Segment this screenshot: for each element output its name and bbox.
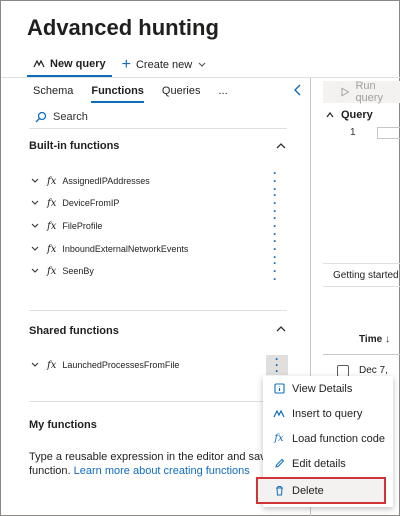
menu-item-insert-to-query[interactable]: Insert to query	[263, 401, 393, 426]
menu-item-delete[interactable]: Delete	[256, 477, 386, 504]
function-label: FileProfile	[62, 221, 103, 231]
chevron-down-icon[interactable]	[29, 221, 41, 231]
menu-item-label: Load function code	[292, 432, 385, 445]
function-item[interactable]: fx LaunchedProcessesFromFile	[29, 356, 287, 374]
chevron-down-icon	[198, 62, 206, 67]
more-options-icon[interactable]: · · ·	[273, 257, 277, 285]
search-underline	[29, 128, 287, 129]
search-icon	[35, 111, 47, 123]
cmdbar-divider	[1, 77, 400, 78]
function-label: DeviceFromIP	[62, 198, 120, 208]
builtin-section-title: Built-in functions	[29, 140, 120, 152]
create-new-button[interactable]: + Create new	[116, 53, 214, 77]
my-functions-description-end: function. Learn more about creating func…	[29, 463, 250, 479]
shared-section-title: Shared functions	[29, 325, 119, 337]
tab-queries[interactable]: Queries	[162, 83, 201, 103]
tab-functions[interactable]: Functions	[91, 83, 144, 103]
more-options-button[interactable]: · · ·	[266, 352, 288, 378]
plus-icon: +	[121, 56, 131, 73]
results-header-divider	[323, 354, 400, 355]
fx-icon: fx	[47, 243, 57, 255]
menu-item-load-function-code[interactable]: fx Load function code	[263, 426, 393, 451]
chevron-up-icon[interactable]	[275, 140, 287, 152]
create-new-label: Create new	[135, 59, 193, 71]
left-tabs: Schema Functions Queries ...	[27, 83, 246, 103]
function-label: InboundExternalNetworkEvents	[62, 244, 189, 254]
search-box[interactable]: Search	[35, 111, 285, 123]
fx-icon: fx	[47, 220, 57, 232]
section-divider	[29, 401, 263, 402]
chevron-down-icon[interactable]	[29, 176, 41, 186]
tab-schema[interactable]: Schema	[33, 83, 73, 103]
fx-icon: fx	[47, 359, 57, 371]
edit-icon	[273, 458, 285, 470]
time-column-header[interactable]: Time ↓	[359, 334, 390, 345]
function-label: AssignedIPAddresses	[62, 176, 150, 186]
function-context-menu: View Details Insert to query fx Load fun…	[256, 376, 393, 507]
query-label: Query	[341, 109, 373, 121]
function-item[interactable]: fx DeviceFromIP · · ·	[29, 189, 287, 217]
menu-item-label: Delete	[292, 484, 324, 497]
section-divider	[29, 310, 287, 311]
chevron-down-icon[interactable]	[29, 266, 41, 276]
function-item[interactable]: fx InboundExternalNetworkEvents · · ·	[29, 235, 287, 263]
function-label: LaunchedProcessesFromFile	[62, 360, 180, 370]
chevron-up-icon	[326, 111, 334, 118]
query-icon	[33, 59, 45, 68]
chevron-up-icon[interactable]	[275, 323, 287, 335]
chevron-down-icon[interactable]	[29, 244, 41, 254]
function-item[interactable]: fx SeenBy · · ·	[29, 257, 287, 285]
editor-input[interactable]	[377, 127, 400, 139]
play-icon	[341, 87, 350, 97]
more-options-icon: · · ·	[275, 352, 279, 378]
chevron-left-icon[interactable]	[293, 83, 303, 97]
fx-icon: fx	[47, 175, 57, 187]
function-item[interactable]: fx FileProfile · · ·	[29, 212, 287, 240]
menu-item-edit-details[interactable]: Edit details	[263, 451, 393, 476]
learn-more-link[interactable]: Learn more about creating functions	[74, 465, 250, 477]
fx-icon: fx	[47, 197, 57, 209]
page-title: Advanced hunting	[27, 15, 219, 40]
menu-item-label: Insert to query	[292, 407, 363, 420]
trash-icon	[273, 485, 285, 497]
fx-icon: fx	[47, 265, 57, 277]
query-header[interactable]: Query	[325, 109, 373, 121]
getting-started-label: Getting started	[333, 269, 399, 281]
menu-item-view-details[interactable]: View Details	[263, 376, 393, 401]
my-section-title: My functions	[29, 419, 97, 431]
run-query-button[interactable]: Run query	[323, 80, 400, 104]
tab-more[interactable]: ...	[218, 83, 227, 103]
search-input[interactable]: Search	[53, 111, 88, 123]
new-query-button[interactable]: New query	[27, 53, 112, 77]
menu-item-label: View Details	[292, 382, 353, 395]
command-bar: New query + Create new	[27, 53, 400, 77]
run-query-label: Run query	[355, 80, 383, 104]
details-icon	[273, 383, 285, 395]
menu-item-label: Edit details	[292, 457, 346, 470]
new-query-label: New query	[50, 58, 106, 70]
fx-icon: fx	[274, 433, 284, 444]
insert-icon	[273, 408, 285, 420]
line-number: 1	[350, 127, 356, 138]
function-item[interactable]: fx AssignedIPAddresses · · ·	[29, 167, 287, 195]
chevron-down-icon[interactable]	[29, 198, 41, 208]
chevron-down-icon[interactable]	[29, 360, 41, 370]
getting-started-tab[interactable]: Getting started	[323, 263, 400, 287]
function-label: SeenBy	[62, 266, 94, 276]
description-text: function.	[29, 465, 71, 477]
